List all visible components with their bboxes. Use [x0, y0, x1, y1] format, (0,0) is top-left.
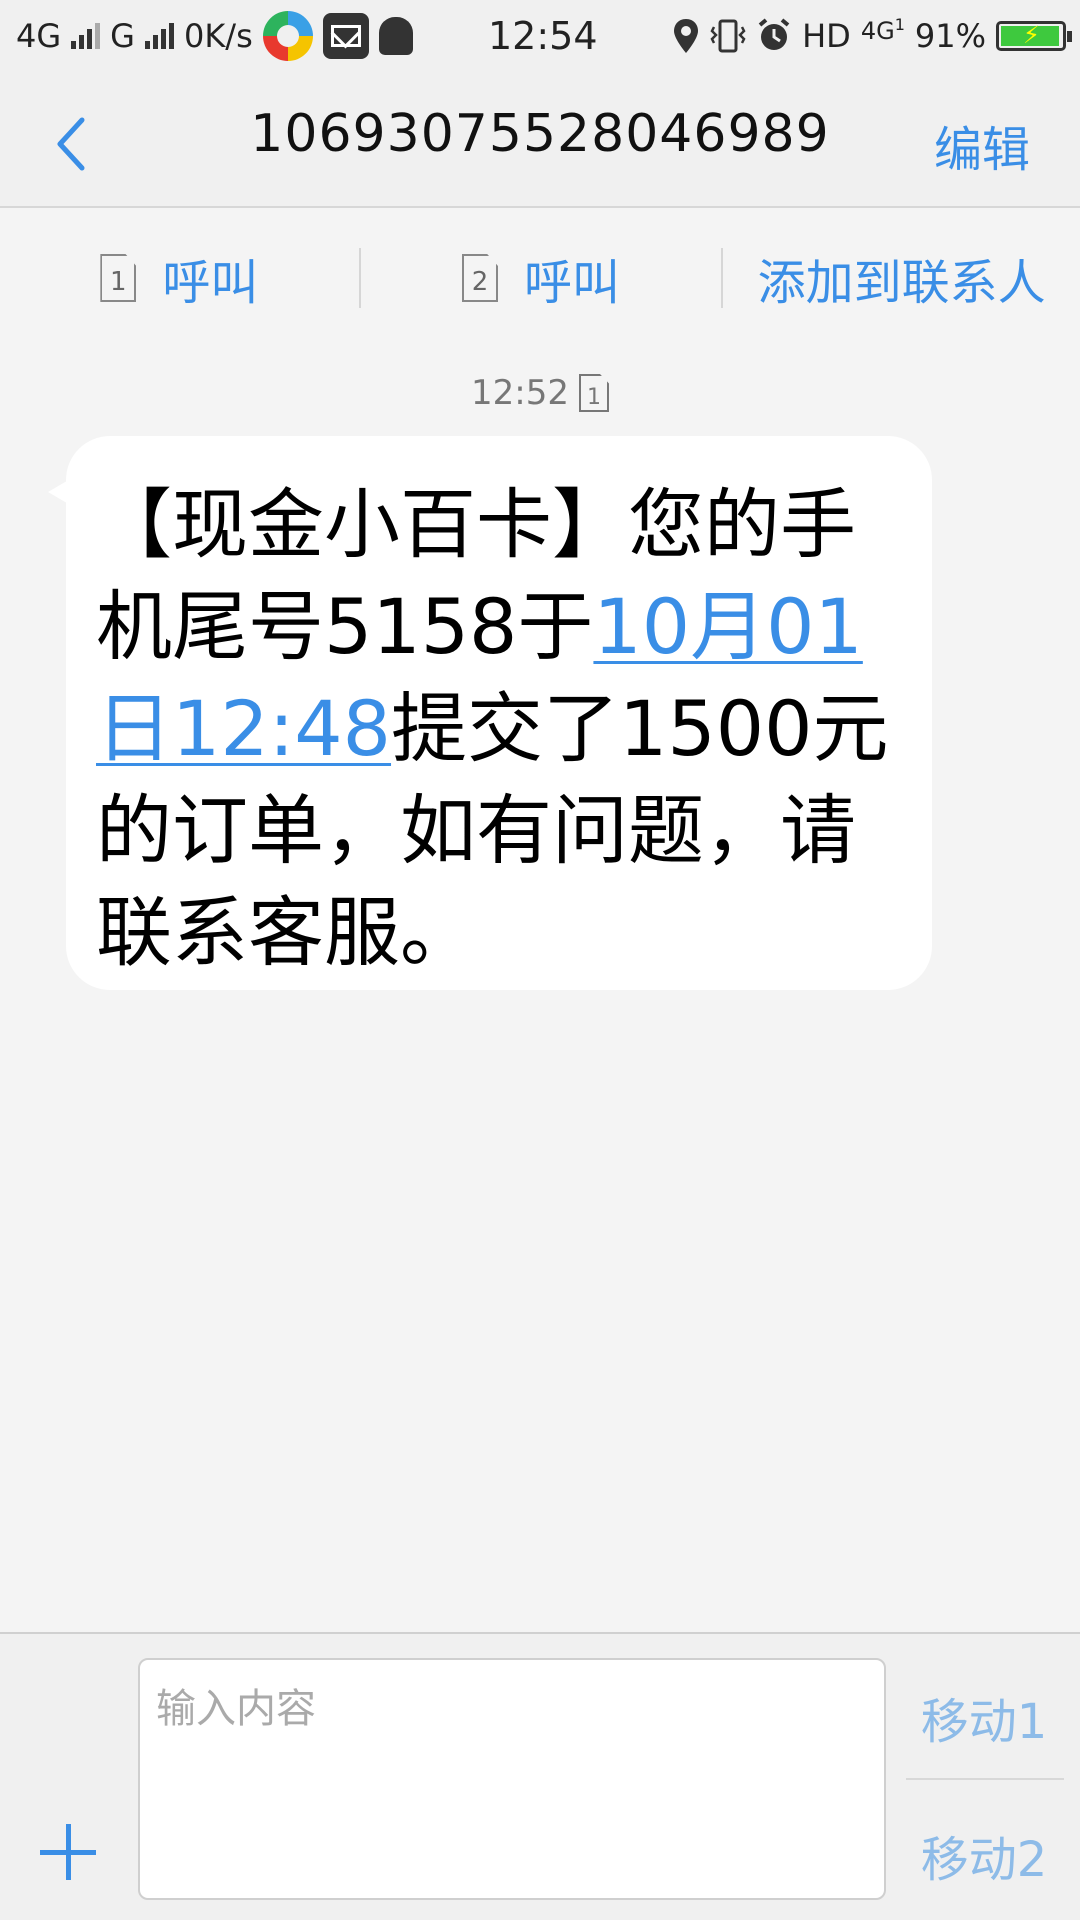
call-sim1-label: 呼叫 — [162, 255, 259, 311]
message-timestamp: 12:52 1 — [0, 368, 1080, 418]
sim-card-icon: 1 — [578, 374, 609, 412]
send-divider — [906, 1778, 1064, 1780]
add-to-contacts-button[interactable]: 添加到联系人 — [723, 228, 1080, 328]
alarm-icon — [758, 18, 790, 50]
message-bubble[interactable]: 【现金小百卡】您的手机尾号5158于10月01日12:48提交了1500元的订单… — [66, 436, 932, 990]
status-bar: 4G G 0K/s 12:54 HD 4G1 91% ⚡ — [0, 0, 1080, 72]
hd-indicator: HD — [802, 17, 851, 55]
location-icon — [674, 19, 699, 53]
send-sim2-button[interactable]: 移动2 — [916, 1820, 1052, 1890]
call-sim2-label: 呼叫 — [524, 255, 621, 311]
battery-icon: ⚡ — [996, 21, 1072, 51]
message-input-placeholder: 输入内容 — [156, 1686, 316, 1732]
network-type-1: 4G — [16, 17, 62, 55]
signal-icon — [71, 23, 101, 49]
contact-actions-bar: 1 呼叫 2 呼叫 添加到联系人 — [0, 208, 1080, 348]
message-composer: 输入内容 移动1 移动2 — [0, 1632, 1080, 1920]
status-bar-right: HD 4G1 91% ⚡ — [672, 0, 1072, 72]
battery-percent: 91% — [914, 17, 986, 55]
network-type-3: 4G1 — [860, 15, 905, 45]
message-time: 12:52 — [471, 373, 569, 413]
call-sim2-button[interactable]: 2 呼叫 — [361, 228, 722, 328]
app-icon — [262, 11, 313, 61]
sim-card-icon: 1 — [100, 254, 137, 302]
sim-card-icon: 2 — [462, 254, 498, 302]
conversation-header: 10693075528046989 编辑 — [0, 72, 1080, 208]
status-bar-left: 4G G 0K/s — [16, 0, 413, 72]
android-icon — [378, 17, 413, 55]
add-attachment-icon[interactable] — [40, 1822, 100, 1882]
vibrate-icon — [710, 19, 746, 53]
network-type-2: G — [110, 17, 135, 55]
edit-button[interactable]: 编辑 — [934, 110, 1030, 180]
send-sim1-button[interactable]: 移动1 — [916, 1682, 1052, 1752]
message-input[interactable]: 输入内容 — [138, 1658, 886, 1900]
network-speed: 0K/s — [183, 17, 253, 55]
signal-icon — [144, 23, 174, 49]
conversation-title: 10693075528046989 — [250, 104, 830, 164]
status-time: 12:54 — [488, 14, 598, 58]
mail-icon — [322, 13, 369, 59]
call-sim1-button[interactable]: 1 呼叫 — [0, 228, 359, 328]
